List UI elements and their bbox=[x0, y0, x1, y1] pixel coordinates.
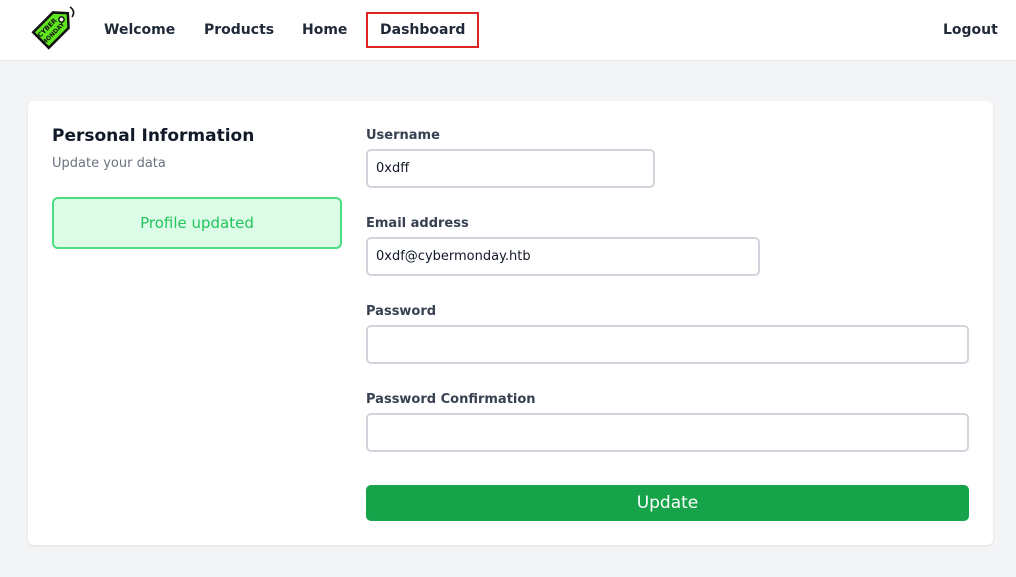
section-subtitle: Update your data bbox=[52, 156, 166, 171]
logout-link[interactable]: Logout bbox=[943, 12, 998, 48]
email-label: Email address bbox=[366, 216, 469, 231]
email-input[interactable] bbox=[366, 237, 760, 276]
section-title: Personal Information bbox=[52, 126, 255, 146]
password-label: Password bbox=[366, 304, 437, 319]
password-input[interactable] bbox=[366, 325, 969, 364]
cyber-monday-logo-tag-icon[interactable]: CYBER MONDAY bbox=[28, 3, 78, 53]
profile-updated-alert: Profile updated bbox=[52, 197, 342, 249]
profile-card: Personal Information Update your data Pr… bbox=[28, 101, 993, 545]
username-input[interactable] bbox=[366, 149, 655, 188]
username-label: Username bbox=[366, 128, 440, 143]
nav-link-home[interactable]: Home bbox=[302, 12, 347, 48]
password-confirmation-input[interactable] bbox=[366, 413, 969, 452]
nav-link-dashboard[interactable]: Dashboard bbox=[366, 12, 480, 48]
update-button[interactable]: Update bbox=[366, 485, 969, 521]
navbar: CYBER MONDAY Welcome Products Home Dashb… bbox=[0, 0, 1016, 61]
nav-link-welcome[interactable]: Welcome bbox=[104, 12, 175, 48]
nav-link-products[interactable]: Products bbox=[204, 12, 274, 48]
password-confirmation-label: Password Confirmation bbox=[366, 392, 536, 407]
